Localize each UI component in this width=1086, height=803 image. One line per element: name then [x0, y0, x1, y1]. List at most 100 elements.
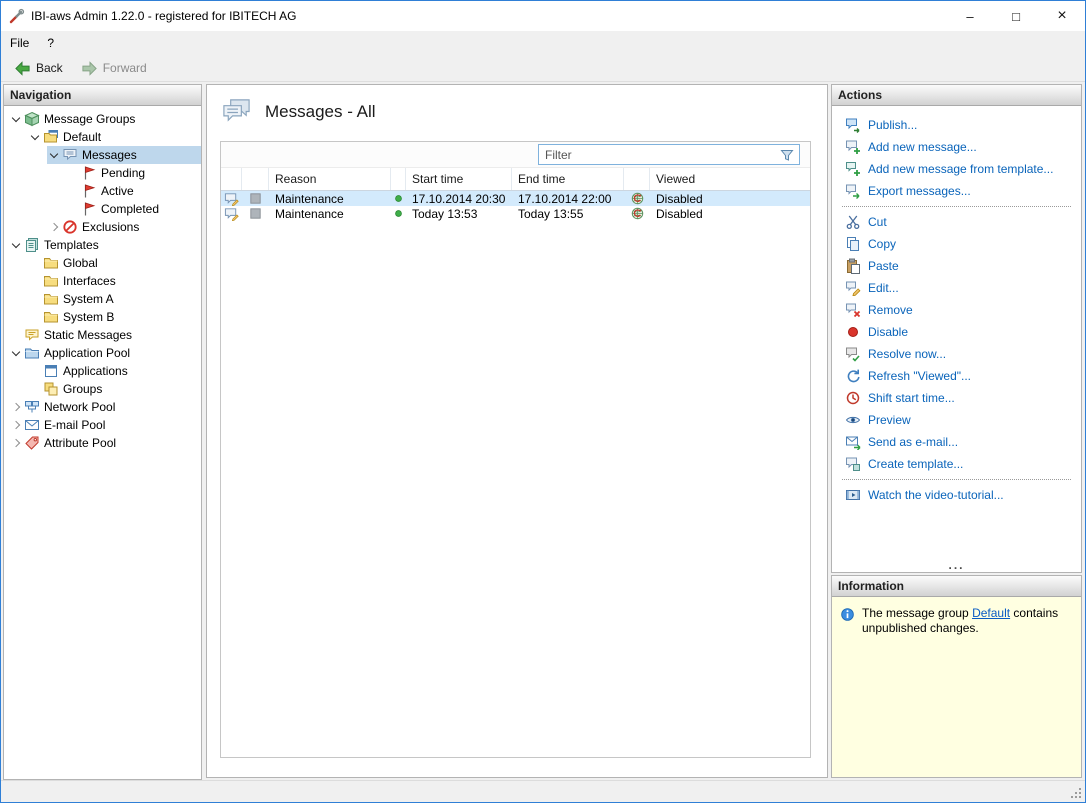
tree-item-message-groups[interactable]: Message Groups	[9, 110, 201, 128]
action-cut[interactable]: Cut	[832, 211, 1081, 233]
tree-item-label: Pending	[97, 166, 150, 180]
tree-item-label: System A	[59, 292, 119, 306]
action-paste[interactable]: Paste	[832, 255, 1081, 277]
chevron-spacer	[28, 274, 43, 289]
header-end-time[interactable]: End time	[512, 168, 624, 190]
tree-item-applications[interactable]: Applications	[28, 362, 201, 380]
tree-item-exclusions[interactable]: Exclusions	[47, 218, 201, 236]
tree-item-default[interactable]: Default	[28, 128, 201, 146]
chevron-right-icon[interactable]	[9, 418, 24, 433]
header-start-time[interactable]: Start time	[406, 168, 512, 190]
toolbar: Back Forward	[1, 55, 1085, 82]
header-indicator-col[interactable]	[242, 168, 269, 190]
cell-end-time: 17.10.2014 22:00	[512, 192, 624, 206]
start-time-text: 17.10.2014 20:30	[412, 192, 505, 206]
chevron-down-icon[interactable]	[9, 346, 24, 361]
action-remove[interactable]: Remove	[832, 299, 1081, 321]
header-viewed-icon-col[interactable]	[624, 168, 650, 190]
action-preview[interactable]: Preview	[832, 409, 1081, 431]
gray-square-icon	[248, 191, 263, 206]
app-icon	[9, 8, 25, 24]
tree-item-pending[interactable]: Pending	[66, 164, 201, 182]
cell-message-type	[221, 206, 242, 221]
actions-overflow-indicator[interactable]: ...	[832, 561, 1081, 572]
tree-item-label: Default	[59, 130, 106, 144]
tree-item-label: System B	[59, 310, 119, 324]
header-message-col[interactable]	[221, 168, 242, 190]
action-copy[interactable]: Copy	[832, 233, 1081, 255]
window-title: IBI-aws Admin 1.22.0 - registered for IB…	[31, 9, 296, 23]
forward-button[interactable]: Forward	[74, 58, 154, 79]
tree-item-groups[interactable]: Groups	[28, 380, 201, 398]
header-reason[interactable]: Reason	[269, 168, 391, 190]
chevron-right-icon[interactable]	[9, 436, 24, 451]
tree-item-active[interactable]: Active	[66, 182, 201, 200]
menu-file[interactable]: File	[1, 31, 38, 55]
tree-item-application-pool[interactable]: Application Pool	[9, 344, 201, 362]
action-add-new-message-from-template[interactable]: Add new message from template...	[832, 158, 1081, 180]
header-status-col[interactable]	[391, 168, 406, 190]
tree-item-label: Templates	[40, 238, 104, 252]
static-messages-icon	[24, 327, 40, 343]
filter-input[interactable]	[539, 145, 778, 164]
table-row[interactable]: Maintenance17.10.2014 20:3017.10.2014 22…	[221, 191, 810, 206]
main-header: Messages - All	[207, 85, 827, 127]
chevron-down-icon[interactable]	[47, 148, 62, 163]
forward-arrow-icon	[81, 60, 98, 77]
tree-item-e-mail-pool[interactable]: E-mail Pool	[9, 416, 201, 434]
action-disable[interactable]: Disable	[832, 321, 1081, 343]
minimize-button[interactable]: –	[947, 1, 993, 31]
back-button[interactable]: Back	[7, 58, 70, 79]
action-publish[interactable]: Publish...	[832, 114, 1081, 136]
chevron-down-icon[interactable]	[9, 112, 24, 127]
tree-item-system-a[interactable]: System A	[28, 290, 201, 308]
action-resolve-now[interactable]: Resolve now...	[832, 343, 1081, 365]
table-row[interactable]: MaintenanceToday 13:53Today 13:55Disable…	[221, 206, 810, 221]
tree-item-static-messages[interactable]: Static Messages	[9, 326, 201, 344]
header-viewed[interactable]: Viewed	[650, 168, 810, 190]
cell-start-time: 17.10.2014 20:30	[406, 192, 512, 206]
tree-item-label: Global	[59, 256, 103, 270]
action-edit[interactable]: Edit...	[832, 277, 1081, 299]
navigation-tree: Message Groups Default Messages Pending Acti…	[4, 106, 201, 779]
chevron-spacer	[9, 328, 24, 343]
chevron-down-icon[interactable]	[9, 238, 24, 253]
menu-help[interactable]: ?	[38, 31, 63, 55]
header-end-label: End time	[518, 172, 565, 186]
info-icon	[840, 607, 855, 622]
tree-item-global[interactable]: Global	[28, 254, 201, 272]
cell-viewed: Disabled	[650, 207, 810, 221]
action-watch-the-video-tutorial[interactable]: Watch the video-tutorial...	[832, 484, 1081, 506]
cell-viewed-globe	[624, 191, 650, 206]
action-send-as-e-mail[interactable]: Send as e-mail...	[832, 431, 1081, 453]
tree-item-templates[interactable]: Templates	[9, 236, 201, 254]
chevron-right-icon[interactable]	[47, 220, 62, 235]
exclusion-icon	[62, 219, 78, 235]
filter-icon[interactable]	[778, 147, 796, 163]
action-export-messages[interactable]: Export messages...	[832, 180, 1081, 202]
tree-item-messages[interactable]: Messages	[47, 146, 201, 164]
navigation-panel: Navigation Message GroupsDefaultMessages…	[3, 84, 202, 780]
forward-label: Forward	[103, 61, 147, 75]
chevron-down-icon[interactable]	[28, 130, 43, 145]
close-button[interactable]: ×	[1039, 1, 1085, 31]
action-create-template[interactable]: Create template...	[832, 453, 1081, 475]
action-label: Add new message from template...	[868, 162, 1053, 176]
action-label: Send as e-mail...	[868, 435, 958, 449]
action-refresh-viewed[interactable]: Refresh "Viewed"...	[832, 365, 1081, 387]
send-email-icon	[845, 434, 861, 450]
disable-icon	[845, 324, 861, 340]
action-shift-start-time[interactable]: Shift start time...	[832, 387, 1081, 409]
chevron-right-icon[interactable]	[9, 400, 24, 415]
maximize-button[interactable]: □	[993, 1, 1039, 31]
tree-item-completed[interactable]: Completed	[66, 200, 201, 218]
tree-item-system-b[interactable]: System B	[28, 308, 201, 326]
header-viewed-label: Viewed	[656, 172, 695, 186]
default-group-link[interactable]: Default	[972, 606, 1010, 620]
tree-item-interfaces[interactable]: Interfaces	[28, 272, 201, 290]
add-message-template-icon	[845, 161, 861, 177]
resize-grip-icon[interactable]	[1070, 787, 1083, 800]
action-add-new-message[interactable]: Add new message...	[832, 136, 1081, 158]
tree-item-network-pool[interactable]: Network Pool	[9, 398, 201, 416]
tree-item-attribute-pool[interactable]: Attribute Pool	[9, 434, 201, 452]
